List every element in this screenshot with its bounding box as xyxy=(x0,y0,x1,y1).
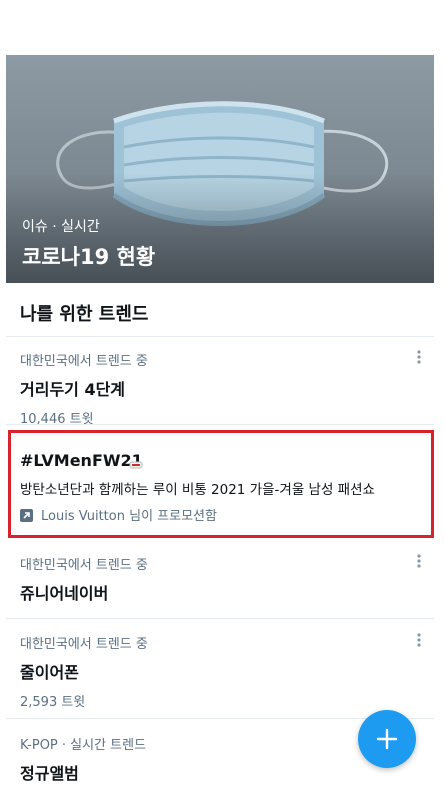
trend-item[interactable]: 대한민국에서 트렌드 중 쥬니어네이버 xyxy=(20,554,420,604)
promoted-by: Louis Vuitton 님이 프로모션함 xyxy=(20,505,217,524)
trend-item[interactable]: 대한민국에서 트렌드 중 거리두기 4단계 10,446 트윗 xyxy=(20,350,420,427)
more-icon[interactable] xyxy=(414,554,424,570)
compose-button[interactable] xyxy=(358,710,416,768)
trend-meta: 대한민국에서 트렌드 중 xyxy=(20,354,148,369)
promoted-description: 방탄소년단과 함께하는 루이 비통 2021 가을-겨울 남성 패션쇼 xyxy=(20,482,375,498)
hero-subtitle: 이슈 · 실시간 xyxy=(22,219,100,235)
divider xyxy=(6,424,434,425)
more-icon[interactable] xyxy=(414,633,424,649)
trend-meta: 대한민국에서 트렌드 중 xyxy=(20,637,148,652)
section-title: 나를 위한 트렌드 xyxy=(20,304,149,325)
hero-card[interactable]: 이슈 · 실시간 코로나19 현황 xyxy=(6,55,434,283)
divider xyxy=(6,618,434,619)
plus-icon xyxy=(376,728,398,750)
promoted-arrow-icon xyxy=(20,509,33,522)
trend-name: 줄이어폰 xyxy=(20,663,79,682)
promoted-by-label: Louis Vuitton 님이 프로모션함 xyxy=(41,509,217,524)
more-icon[interactable] xyxy=(414,350,424,366)
trend-name: 정규앨범 xyxy=(20,764,79,783)
trend-name: 거리두기 4단계 xyxy=(20,380,126,399)
promoted-hashtag[interactable]: #LVMenFW21 xyxy=(20,451,143,470)
trend-meta: 대한민국에서 트렌드 중 xyxy=(20,558,148,573)
trend-name: 쥬니어네이버 xyxy=(20,584,109,603)
trend-count: 2,593 트윗 xyxy=(20,695,86,710)
hero-title: 코로나19 현황 xyxy=(22,245,156,269)
hashtag-emoji-icon xyxy=(129,455,143,474)
trend-item[interactable]: 대한민국에서 트렌드 중 줄이어폰 2,593 트윗 xyxy=(20,633,420,710)
divider xyxy=(6,336,434,337)
